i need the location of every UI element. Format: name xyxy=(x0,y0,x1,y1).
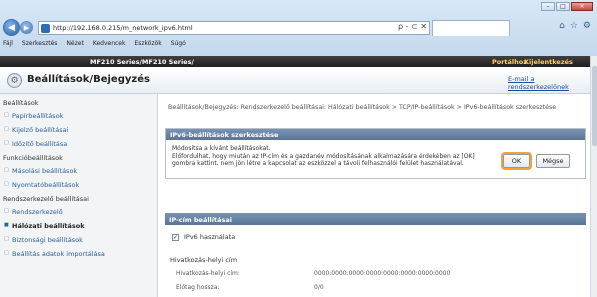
page-title-bar: ⚙ Beállítások/Bejegyzés E-mail a rendsze… xyxy=(0,67,597,94)
device-model: MF210 Series/MF210 Series/ xyxy=(90,58,194,66)
portal-link[interactable]: Portálhoz xyxy=(492,58,527,66)
link-local-value: 0000:0000:0000:0000:0000:0000:0000:0000 xyxy=(314,270,451,277)
address-tools[interactable]: ρ - ⊂ ✕ xyxy=(398,22,427,31)
use-ipv6-checkbox[interactable]: ✓ xyxy=(172,233,179,241)
menu-edit[interactable]: Szerkesztés xyxy=(22,40,58,47)
address-url: http://192.168.0.215/m_network_ipv6.html xyxy=(53,24,193,32)
use-ipv6-label: IPv6 használata xyxy=(184,233,236,241)
browser-chrome: – □ ✕ ◀ ▶ http://192.168.0.215/m_network… xyxy=(0,0,597,56)
home-icon[interactable]: ⌂ xyxy=(559,21,565,31)
sidebar-group-settings[interactable]: Beállítások xyxy=(0,97,157,110)
prefix-value: 0/0 xyxy=(314,284,324,291)
sidebar: Beállítások Papírbeállítások Kijelző beá… xyxy=(0,94,158,297)
sidebar-item-network[interactable]: Hálózati beállítások xyxy=(0,220,157,234)
cancel-button[interactable]: Mégse xyxy=(536,154,570,168)
toolbar-icons: ⌂ ☆ ⚙ xyxy=(559,21,591,31)
sidebar-item-admin[interactable]: Rendszerkezelő xyxy=(0,206,157,220)
close-window-button[interactable]: ✕ xyxy=(571,2,593,11)
maximize-button[interactable]: □ xyxy=(556,2,570,11)
menu-favorites[interactable]: Kedvencek xyxy=(93,40,126,47)
sidebar-item-paper[interactable]: Papírbeállítások xyxy=(0,110,157,124)
main-content: Beállítások/Bejegyzés: Rendszerkezelő be… xyxy=(162,94,590,297)
menu-help[interactable]: Súgó xyxy=(171,40,186,47)
address-bar[interactable]: http://192.168.0.215/m_network_ipv6.html xyxy=(38,21,430,35)
menu-tools[interactable]: Eszközök xyxy=(134,40,161,47)
back-button[interactable]: ◀ xyxy=(3,19,20,36)
mail-admin-link[interactable]: E-mail a rendszerkezelőnek xyxy=(508,75,597,91)
link-local-section: Hivatkozás-helyi cím xyxy=(170,256,238,264)
menu-view[interactable]: Nézet xyxy=(66,40,83,47)
breadcrumb: Beállítások/Bejegyzés: Rendszerkezelő be… xyxy=(168,104,557,111)
window-controls: – □ ✕ xyxy=(541,2,593,11)
ip-settings-header: IP-cím beállításai xyxy=(165,213,586,225)
site-favicon-icon xyxy=(41,23,50,33)
logout-link[interactable]: Kijelentkezés xyxy=(524,58,573,66)
sidebar-group-admin[interactable]: Rendszerkezelő beállításai xyxy=(0,193,157,206)
device-header-bar: MF210 Series/MF210 Series/ Portálhoz Kij… xyxy=(0,56,597,67)
sidebar-item-timer[interactable]: Időzítő beállítása xyxy=(0,138,157,152)
sidebar-group-functions[interactable]: Funkcióbeállítások xyxy=(0,152,157,165)
panel-message: Módosítsa a kívánt beállításokat. Előfor… xyxy=(172,145,494,168)
sidebar-item-copy[interactable]: Másolási beállítások xyxy=(0,165,157,179)
panel-message-line2: Előfordulhat, hogy miután az IP-cím és a… xyxy=(172,152,475,168)
scrollbar-thumb[interactable] xyxy=(592,66,597,146)
page-scrollbar[interactable] xyxy=(590,56,597,297)
menu-bar: Fájl Szerkesztés Nézet Kedvencek Eszközö… xyxy=(0,38,597,48)
settings-gear-icon: ⚙ xyxy=(7,73,22,88)
sidebar-item-printer[interactable]: Nyomtatóbeállítások xyxy=(0,179,157,193)
link-local-label: Hivatkozás-helyi cím: xyxy=(176,270,240,277)
sidebar-item-security[interactable]: Biztonsági beállítások xyxy=(0,234,157,248)
browser-tab[interactable] xyxy=(432,20,510,36)
minimize-button[interactable]: – xyxy=(541,2,555,11)
sidebar-item-import[interactable]: Beállítás adatok importálása xyxy=(0,248,157,262)
panel-title: IPv6-beállítások szerkesztése xyxy=(166,129,585,140)
prefix-label: Előtag hossza: xyxy=(176,284,220,291)
ok-button[interactable]: OK xyxy=(503,154,530,168)
favorites-icon[interactable]: ☆ xyxy=(570,21,578,31)
menu-file[interactable]: Fájl xyxy=(3,40,13,47)
page-title: Beállítások/Bejegyzés xyxy=(27,74,150,85)
panel-message-line1: Módosítsa a kívánt beállításokat. xyxy=(172,145,271,152)
use-ipv6-row: ✓ IPv6 használata xyxy=(172,233,235,241)
settings-gear-icon[interactable]: ⚙ xyxy=(583,21,591,31)
sidebar-item-display[interactable]: Kijelző beállításai xyxy=(0,124,157,138)
ipv6-edit-panel: IPv6-beállítások szerkesztése Módosítsa … xyxy=(165,128,586,179)
forward-button[interactable]: ▶ xyxy=(20,21,33,34)
